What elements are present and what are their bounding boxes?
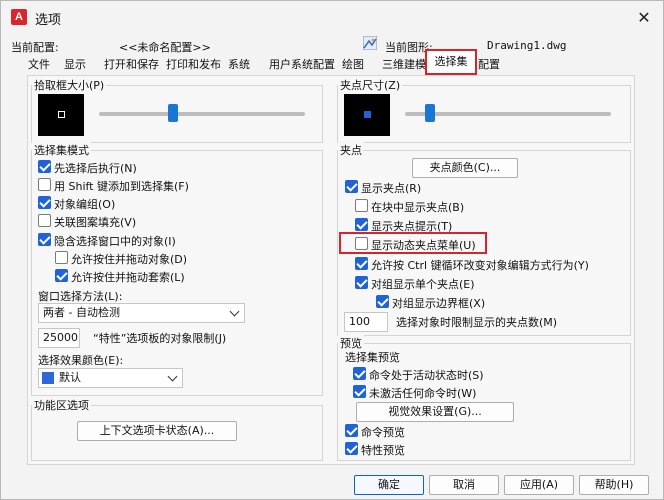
- tab-plot-publish[interactable]: 打印和发布: [166, 56, 221, 74]
- grip-limit-label: 选择对象时限制显示的夹点数(M): [396, 316, 558, 329]
- pickbox-slider-thumb[interactable]: [167, 104, 178, 122]
- grip-limit-input[interactable]: 100: [344, 312, 388, 332]
- title-bar: [1, 1, 663, 35]
- tab-3d-modeling[interactable]: 三维建模: [382, 56, 426, 74]
- autocad-app-icon: A: [11, 9, 27, 25]
- dynamic-grip-menu-label: 显示动态夹点菜单(U): [371, 239, 476, 252]
- grip-size-slider-track: [405, 112, 611, 116]
- pickbox-slider-track: [99, 112, 305, 116]
- visual-effects-button[interactable]: 视觉效果设置(G)...: [356, 402, 514, 422]
- associative-hatch-label: 关联图案填充(V): [54, 216, 137, 229]
- grips-in-blocks-checkbox[interactable]: [355, 199, 368, 212]
- grip-size-title: 夹点尺寸(Z): [338, 77, 403, 93]
- show-grips-label: 显示夹点(R): [361, 182, 422, 195]
- property-preview-label: 特性预览: [361, 444, 405, 457]
- ctrl-cycling-checkbox[interactable]: [355, 257, 368, 270]
- current-profile-label: 当前配置:: [11, 41, 59, 54]
- selection-effect-color-select[interactable]: 默认: [38, 368, 183, 388]
- single-grip-groups-checkbox[interactable]: [355, 276, 368, 289]
- chevron-down-icon: [167, 371, 178, 382]
- press-drag-object-checkbox[interactable]: [55, 251, 68, 264]
- tab-display[interactable]: 显示: [64, 56, 86, 74]
- tab-profiles[interactable]: 配置: [478, 56, 500, 74]
- object-grouping-checkbox[interactable]: [38, 196, 51, 209]
- cancel-button[interactable]: 取消: [429, 475, 499, 495]
- properties-limit-label: “特性”选项板的对象限制(J): [93, 332, 227, 345]
- grip-square-icon: [364, 111, 371, 118]
- pickbox-square-icon: [58, 111, 65, 118]
- command-preview-label: 命令预览: [361, 426, 405, 439]
- grip-tips-checkbox[interactable]: [355, 218, 368, 231]
- ok-button[interactable]: 确定: [354, 475, 424, 495]
- grips-in-blocks-label: 在块中显示夹点(B): [371, 201, 465, 214]
- selection-effect-color-label: 选择效果颜色(E):: [38, 354, 124, 367]
- pickfirst-label: 先选择后执行(N): [54, 162, 137, 175]
- preview-command-active-checkbox[interactable]: [353, 367, 366, 380]
- press-drag-object-label: 允许按住并拖动对象(D): [71, 253, 188, 266]
- single-grip-groups-label: 对组显示单个夹点(E): [371, 278, 475, 291]
- grips-title: 夹点: [338, 142, 364, 158]
- tab-drafting[interactable]: 绘图: [342, 56, 364, 74]
- grip-size-preview: [344, 94, 390, 136]
- grip-colors-button[interactable]: 夹点颜色(C)...: [412, 158, 518, 178]
- current-profile-value: <<未命名配置>>: [119, 41, 211, 54]
- pickbox-size-title: 拾取框大小(P): [32, 77, 107, 93]
- tab-system[interactable]: 系统: [228, 56, 250, 74]
- window-method-select[interactable]: 两者 - 自动检测: [38, 303, 245, 323]
- window-method-label: 窗口选择方法(L):: [38, 290, 123, 303]
- drawing-icon: [362, 35, 378, 51]
- grip-size-slider-thumb[interactable]: [424, 104, 435, 122]
- help-button[interactable]: 帮助(H): [579, 475, 649, 495]
- apply-button[interactable]: 应用(A): [504, 475, 574, 495]
- dynamic-grip-menu-checkbox[interactable]: [355, 237, 368, 250]
- preview-no-command-checkbox[interactable]: [353, 385, 366, 398]
- tab-selection[interactable]: 选择集: [425, 49, 477, 75]
- tab-open-save[interactable]: 打开和保存: [104, 56, 159, 74]
- selection-modes-title: 选择集模式: [32, 142, 91, 158]
- associative-hatch-checkbox[interactable]: [38, 214, 51, 227]
- press-drag-lasso-checkbox[interactable]: [55, 269, 68, 282]
- contextual-tab-states-button[interactable]: 上下文选项卡状态(A)...: [77, 421, 237, 441]
- tab-user-preferences[interactable]: 用户系统配置: [269, 56, 335, 74]
- properties-limit-input[interactable]: 25000: [38, 328, 80, 348]
- selection-preview-title: 选择集预览: [345, 351, 400, 364]
- bounding-box-groups-label: 对组显示边界框(X): [392, 297, 486, 310]
- command-preview-checkbox[interactable]: [345, 424, 358, 437]
- preview-no-command-label: 未激活任何命令时(W): [369, 387, 477, 400]
- tab-files[interactable]: 文件: [28, 56, 50, 74]
- close-icon[interactable]: ✕: [633, 8, 655, 28]
- bounding-box-groups-checkbox[interactable]: [376, 295, 389, 308]
- shift-add-checkbox[interactable]: [38, 178, 51, 191]
- options-dialog: A 选项 ✕ 当前配置: <<未命名配置>> 当前图形: Drawing1.dw…: [0, 0, 664, 500]
- color-swatch-icon: [42, 372, 54, 384]
- pickfirst-checkbox[interactable]: [38, 160, 51, 173]
- pickbox-preview: [38, 94, 84, 136]
- press-drag-lasso-label: 允许按住并拖动套索(L): [71, 271, 185, 284]
- window-title: 选项: [35, 13, 62, 28]
- show-grips-checkbox[interactable]: [345, 180, 358, 193]
- ctrl-cycling-label: 允许按 Ctrl 键循环改变对象编辑方式行为(Y): [371, 259, 589, 272]
- current-drawing-value: Drawing1.dwg: [487, 39, 567, 52]
- window-method-value: 两者 - 自动检测: [43, 306, 120, 319]
- implied-windowing-checkbox[interactable]: [38, 233, 51, 246]
- preview-command-active-label: 命令处于活动状态时(S): [369, 369, 484, 382]
- shift-add-label: 用 Shift 键添加到选择集(F): [54, 180, 189, 193]
- object-grouping-label: 对象编组(O): [54, 198, 116, 211]
- property-preview-checkbox[interactable]: [345, 442, 358, 455]
- ribbon-options-title: 功能区选项: [32, 397, 91, 413]
- implied-windowing-label: 隐含选择窗口中的对象(I): [54, 235, 176, 248]
- chevron-down-icon: [229, 306, 240, 317]
